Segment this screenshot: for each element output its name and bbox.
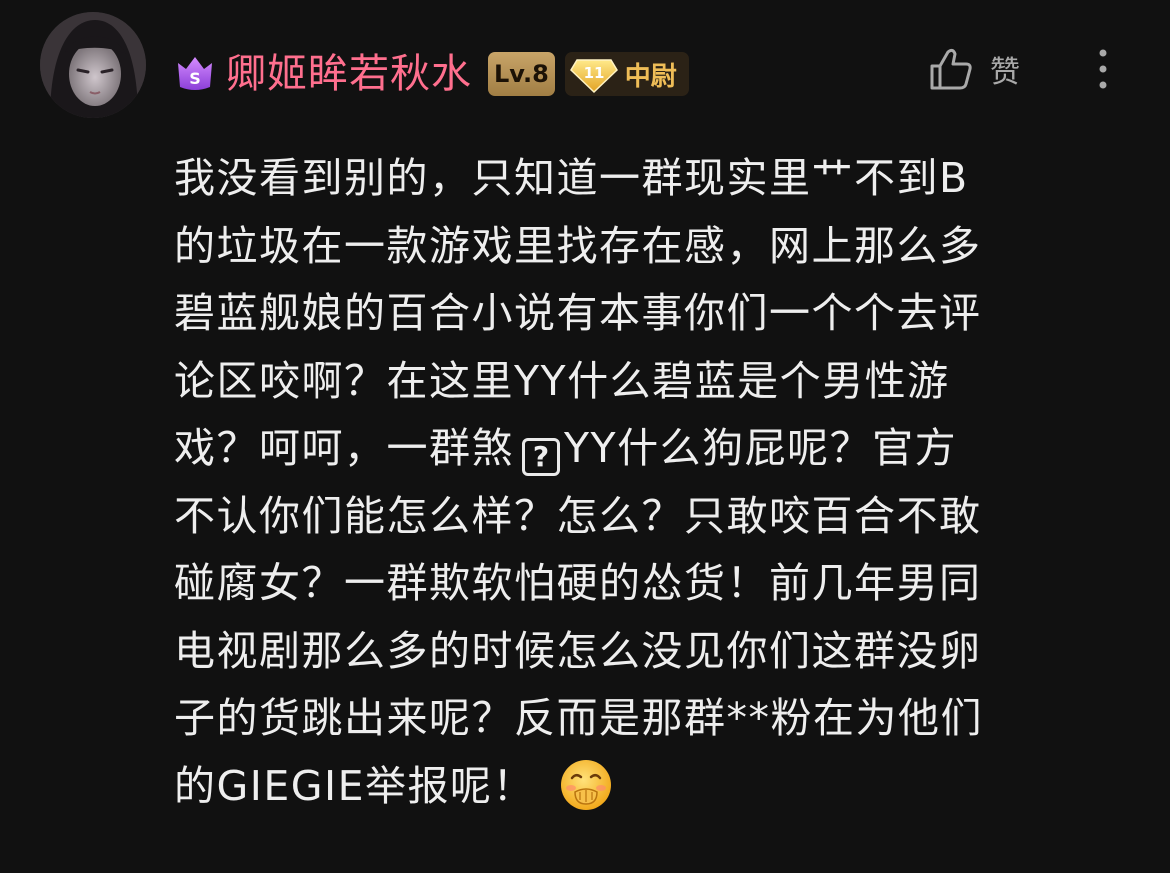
comment-line: 我没看到别的，只知道一群现实里艹不到B [174, 154, 969, 202]
comment-line: 子的货跳出来呢？反而是那群**粉在为他们 [174, 694, 983, 742]
comment-line: 的GIEGIE举报呢！ [174, 753, 1124, 821]
comment-line-part: YY什么狗屁呢？官方 [564, 424, 958, 472]
fan-medal-badge[interactable]: 11 中尉 [564, 52, 689, 96]
comment-line: 的垃圾在一款游戏里找存在感，网上那么多 [174, 221, 982, 270]
comment-line: 碧蓝舰娘的百合小说有本事你们一个个去评 [174, 289, 982, 337]
covering-mouth-laugh-emoji [561, 759, 612, 810]
like-label: 赞 [990, 55, 1020, 90]
comment-line: 戏？呵呵，一群煞? YY什么狗屁呢？官方 [174, 415, 1124, 483]
fan-medal-title: 中尉 [624, 61, 677, 92]
comment-header: S 卿姬眸若秋水 Lv.8 11 中尉 [174, 46, 689, 102]
comment-line: 论区咬啊？在这里YY什么碧蓝是个男性游 [174, 356, 950, 405]
comment-card: S 卿姬眸若秋水 Lv.8 11 中尉 赞 我没看到别的，只知道一群现实里艹不到… [0, 0, 1170, 873]
comment-line-part: 的GIEGIE举报呢！ [174, 761, 536, 810]
like-button[interactable]: 赞 [928, 44, 1020, 94]
missing-glyph-box: ? [522, 438, 560, 476]
user-level-badge: Lv.8 [488, 52, 555, 96]
comment-content: 我没看到别的，只知道一群现实里艹不到B 的垃圾在一款游戏里找存在感，网上那么多 … [174, 145, 1124, 820]
comment-line: 电视剧那么多的时候怎么没见你们这群没卵 [174, 626, 982, 675]
fan-medal-gem-icon: 11 [569, 59, 618, 94]
comment-line: 不认你们能怎么样？怎么？只敢咬百合不敢 [174, 491, 982, 540]
fan-medal-level: 11 [583, 64, 604, 82]
vip-s-crown-icon: S [178, 57, 212, 90]
svg-text:S: S [189, 69, 201, 88]
thumbs-up-icon [930, 48, 972, 90]
comment-line-part: 戏？呵呵，一群煞 [174, 424, 514, 472]
avatar-image [40, 12, 146, 118]
avatar[interactable] [40, 12, 146, 118]
username[interactable]: 卿姬眸若秋水 [226, 46, 472, 102]
comment-line: 碰腐女？一群欺软怕硬的怂货！前几年男同 [174, 559, 982, 607]
more-vertical-icon[interactable] [1090, 46, 1116, 92]
